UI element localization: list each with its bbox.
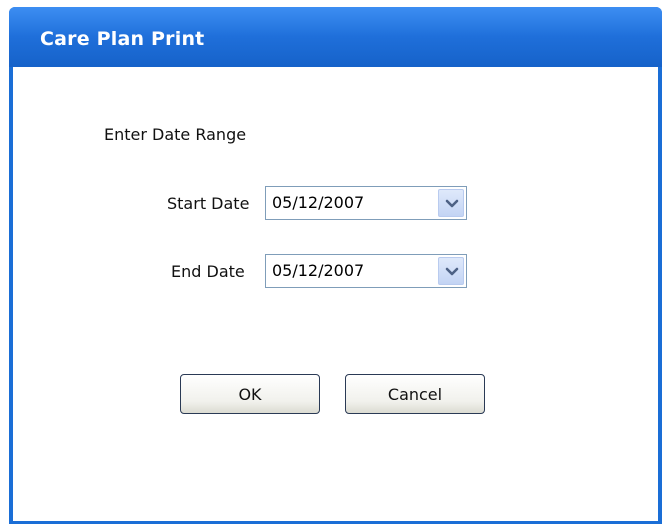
start-date-label: Start Date <box>167 194 250 213</box>
dialog-body: Enter Date Range Start Date 05/12/2007 E… <box>13 67 658 521</box>
chevron-down-icon <box>445 199 459 208</box>
care-plan-print-dialog: Care Plan Print Enter Date Range Start D… <box>9 7 662 524</box>
ok-button[interactable]: OK <box>180 374 320 414</box>
start-date-combobox[interactable]: 05/12/2007 <box>265 186 467 220</box>
end-date-combobox[interactable]: 05/12/2007 <box>265 254 467 288</box>
title-bar[interactable]: Care Plan Print <box>9 7 662 67</box>
chevron-down-icon <box>445 267 459 276</box>
cancel-button[interactable]: Cancel <box>345 374 485 414</box>
window-title: Care Plan Print <box>40 28 205 50</box>
date-range-heading: Enter Date Range <box>104 125 247 144</box>
start-date-value[interactable]: 05/12/2007 <box>272 193 364 212</box>
end-date-value[interactable]: 05/12/2007 <box>272 261 364 280</box>
start-date-dropdown-button[interactable] <box>438 189 464 217</box>
end-date-dropdown-button[interactable] <box>438 257 464 285</box>
end-date-label: End Date <box>171 262 245 281</box>
